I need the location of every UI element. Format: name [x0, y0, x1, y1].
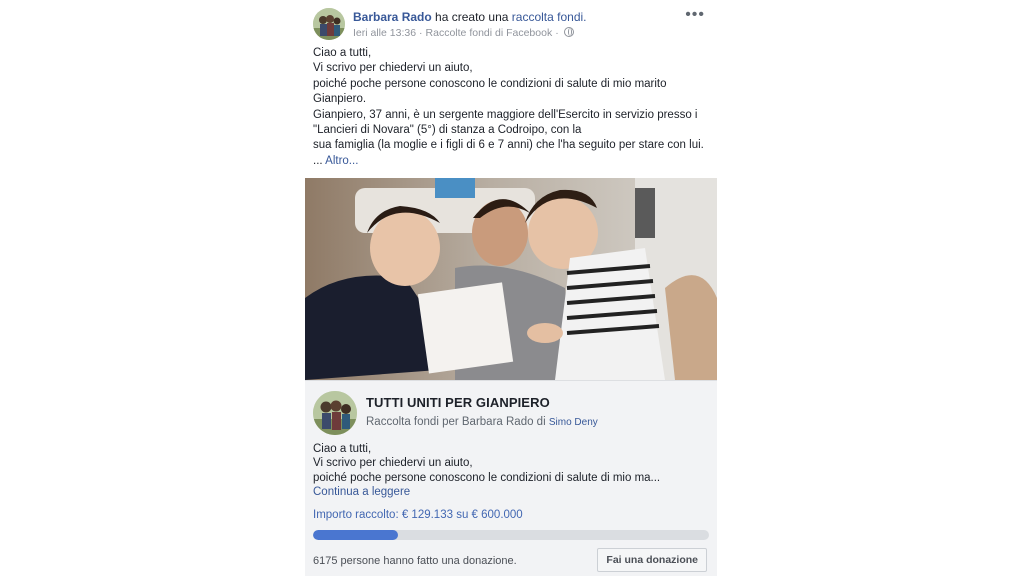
body-line: "Lancieri di Novara" (5°) di stanza a Co…: [313, 124, 582, 137]
fundraiser-progress-bar: [313, 530, 709, 540]
description-line: poiché poche persone conoscono le condiz…: [313, 471, 661, 484]
post-header: Barbara Rado ha creato una raccolta fond…: [313, 7, 709, 44]
body-line: Gianpiero.: [313, 93, 367, 106]
continue-reading-link[interactable]: Continua a leggere: [313, 485, 709, 499]
action-text: ha creato una: [435, 10, 509, 24]
post-body: Ciao a tutti, Vi scrivo per chiedervi un…: [313, 46, 713, 169]
facebook-post: Barbara Rado ha creato una raccolta fond…: [305, 0, 717, 576]
meta-separator-2: ·: [555, 27, 559, 39]
ellipsis-text: ...: [313, 154, 323, 167]
organizer-link[interactable]: Simo Deny: [549, 417, 598, 428]
see-more-line: ... Altro...: [313, 154, 713, 169]
donor-count-text[interactable]: 6175 persone hanno fatto una donazione.: [313, 555, 517, 567]
fundraiser-description: Ciao a tutti, Vi scrivo per chiedervi un…: [313, 442, 709, 499]
fundraiser-title[interactable]: TUTTI UNITI PER GIANPIERO: [366, 395, 550, 410]
progress-fill: [313, 530, 399, 540]
post-meta: Ieri alle 13:36 · Raccolte fondi di Facebo…: [353, 26, 574, 40]
post-source[interactable]: Raccolte fondi di Facebook: [426, 27, 553, 39]
author-avatar[interactable]: [313, 8, 345, 40]
post-photo[interactable]: [305, 178, 717, 380]
body-line: poiché poche persone conoscono le condiz…: [313, 77, 667, 90]
description-line: Ciao a tutti,: [313, 443, 372, 455]
globe-icon[interactable]: [563, 27, 574, 37]
more-options-button[interactable]: •••: [685, 7, 705, 23]
body-line: Vi scrivo per chiedervi un aiuto,: [313, 62, 473, 75]
description-line: Vi scrivo per chiedervi un aiuto,: [313, 457, 473, 470]
meta-separator: ·: [419, 27, 423, 39]
body-line: sua famiglia (la moglie e i figli di 6 e…: [313, 139, 704, 152]
fundraiser-subtitle-text: Raccolta fondi per Barbara Rado di: [366, 416, 546, 428]
body-line: Ciao a tutti,: [313, 47, 372, 59]
post-headline: Barbara Rado ha creato una raccolta fond…: [353, 10, 587, 25]
fundraiser-card[interactable]: TUTTI UNITI PER GIANPIERO Raccolta fondi…: [305, 380, 717, 576]
post-timestamp[interactable]: Ieri alle 13:36: [353, 27, 416, 39]
donate-button[interactable]: Fai una donazione: [597, 548, 707, 572]
fundraiser-avatar[interactable]: [313, 391, 357, 435]
body-line: Gianpiero, 37 anni, è un sergente maggio…: [313, 108, 698, 121]
fundraiser-subtitle: Raccolta fondi per Barbara Rado di Simo …: [366, 416, 598, 428]
see-more-link[interactable]: Altro...: [325, 155, 358, 167]
amount-raised-text: Importo raccolto: € 129.133 su € 600.000: [313, 509, 523, 521]
fundraiser-link[interactable]: raccolta fondi.: [512, 10, 587, 24]
author-name-link[interactable]: Barbara Rado: [353, 10, 432, 24]
